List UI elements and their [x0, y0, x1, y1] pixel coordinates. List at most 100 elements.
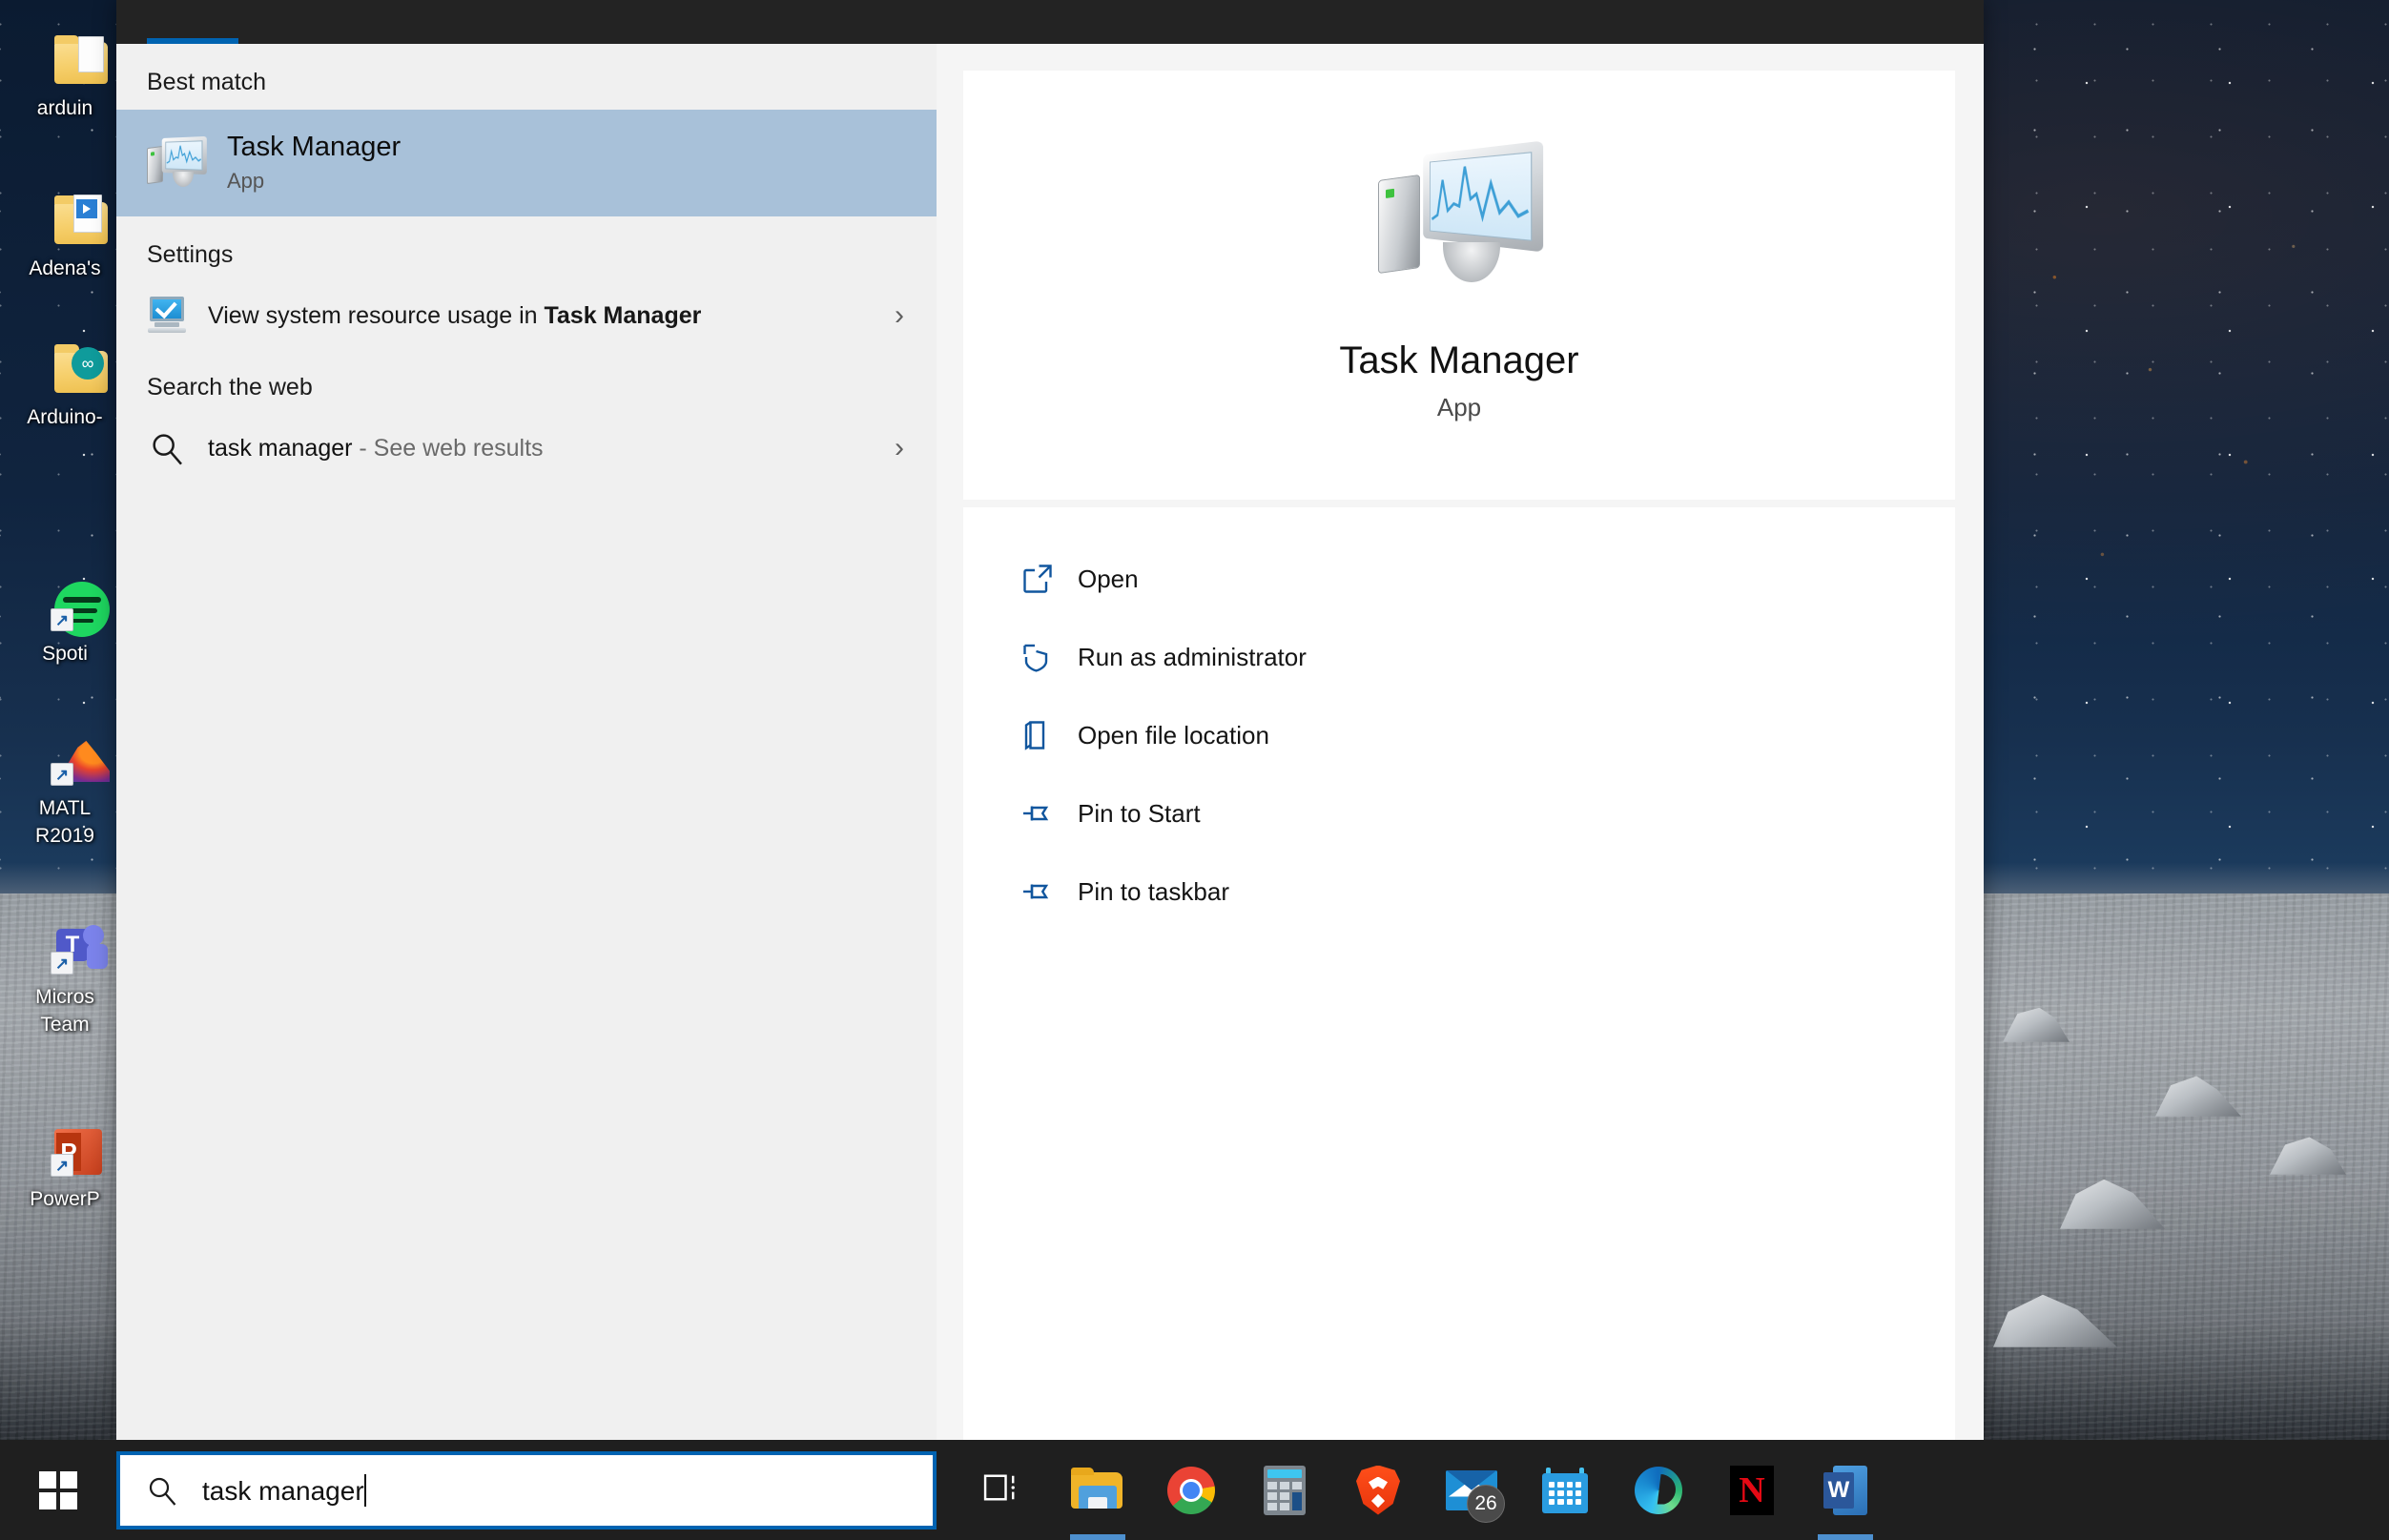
word-icon: W: [1823, 1465, 1867, 1515]
action-open-file-location[interactable]: Open file location: [1020, 696, 1955, 774]
folder-icon: ∞: [33, 343, 108, 402]
desktop-icon-label: MATL: [38, 797, 92, 819]
desktop-icon-adenas-folder[interactable]: Adena's: [13, 195, 116, 281]
settings-section-header: Settings: [147, 241, 234, 268]
netflix-icon: N: [1730, 1465, 1774, 1515]
pin-icon: [1020, 796, 1078, 831]
desktop-icon-label: arduin: [36, 97, 93, 119]
taskbar-item-task-view[interactable]: [958, 1440, 1051, 1540]
windows-search-panel: Best match Task Manager App Settings Vie…: [116, 0, 1984, 1440]
desktop-icon-spotify[interactable]: ↗ Spoti: [13, 580, 116, 667]
running-indicator: [1070, 1534, 1125, 1540]
microsoft-teams-icon: T ↗: [33, 923, 108, 982]
rock: [2003, 1007, 2070, 1042]
shortcut-arrow-icon: ↗: [51, 608, 73, 631]
action-open[interactable]: Open: [1020, 540, 1955, 618]
shortcut-arrow-icon: ↗: [51, 763, 73, 786]
action-label: Run as administrator: [1078, 642, 1307, 671]
action-run-as-administrator[interactable]: Run as administrator: [1020, 618, 1955, 696]
taskbar-item-calculator[interactable]: [1238, 1440, 1331, 1540]
taskbar-item-brave-browser[interactable]: [1331, 1440, 1425, 1540]
shortcut-arrow-icon: ↗: [51, 1154, 73, 1177]
web-search-label: task manager - See web results: [208, 430, 883, 466]
desktop-icon-arduino-ide-folder[interactable]: ∞ Arduino-: [13, 343, 116, 430]
desktop-icon-arduino-folder[interactable]: arduin: [13, 34, 116, 121]
action-pin-to-taskbar[interactable]: Pin to taskbar: [1020, 852, 1955, 931]
spotify-icon: ↗: [33, 580, 110, 639]
best-match-subtitle: App: [227, 169, 265, 193]
taskbar-item-google-chrome[interactable]: [1144, 1440, 1238, 1540]
taskbar-item-mail[interactable]: 26: [1425, 1440, 1518, 1540]
desktop-icon-powerpoint[interactable]: P ↗ PowerP: [13, 1125, 116, 1212]
selected-tab-indicator: [147, 38, 238, 44]
desktop-icon-label: Spoti: [42, 643, 88, 665]
chevron-right-icon[interactable]: ›: [883, 299, 916, 332]
action-pin-to-start[interactable]: Pin to Start: [1020, 774, 1955, 852]
search-the-web-header: Search the web: [147, 374, 313, 400]
app-preview-title: Task Manager: [1339, 339, 1579, 381]
taskbar: task manager 26 N W: [0, 1440, 2389, 1540]
desktop-icon-label: Adena's: [29, 257, 101, 279]
app-preview-hero-card: Task Manager App: [963, 71, 1955, 500]
powerpoint-icon: P ↗: [33, 1125, 102, 1184]
brave-icon: [1356, 1465, 1400, 1515]
task-view-icon: [982, 1468, 1026, 1511]
system-monitor-settings-icon: [147, 297, 187, 335]
best-match-result-task-manager[interactable]: Task Manager App: [116, 110, 937, 216]
open-in-new-icon: [1020, 562, 1078, 596]
desktop-icon-label: Micros: [35, 986, 94, 1008]
desktop-icon-matlab[interactable]: ↗ MATL R2019: [13, 734, 116, 849]
shield-run-as-admin-icon: [1020, 640, 1078, 674]
best-match-header: Best match: [147, 69, 267, 95]
action-label: Pin to taskbar: [1078, 876, 1229, 906]
best-match-title: Task Manager: [227, 132, 402, 162]
start-button[interactable]: [0, 1440, 116, 1540]
app-preview-column: Task Manager App Open Run as administrat…: [937, 44, 1984, 1440]
search-icon: [145, 1473, 179, 1508]
desktop-icon-label: Arduino-: [27, 406, 103, 428]
rock: [1993, 1294, 2117, 1347]
task-manager-icon: [1378, 139, 1544, 294]
taskbar-item-netflix[interactable]: N: [1705, 1440, 1799, 1540]
windows-logo-icon: [39, 1470, 77, 1509]
chevron-right-icon[interactable]: ›: [883, 432, 916, 464]
settings-result-view-system-resource-usage[interactable]: View system resource usage in Task Manag…: [116, 282, 937, 349]
app-actions-card: Open Run as administrator Open file loca…: [963, 507, 1955, 1440]
action-label: Open file location: [1078, 720, 1269, 749]
taskbar-item-file-explorer[interactable]: [1051, 1440, 1144, 1540]
settings-result-label: View system resource usage in Task Manag…: [208, 298, 883, 334]
folder-open-location-icon: [1020, 718, 1078, 752]
action-label: Pin to Start: [1078, 798, 1201, 828]
settings-result-prefix: View system resource usage in: [208, 302, 545, 329]
desktop-icon-microsoft-teams[interactable]: T ↗ Micros Team: [13, 923, 116, 1037]
desktop-icon-label-line2: Team: [40, 1014, 90, 1036]
folder-icon: [33, 195, 108, 254]
folder-icon: [33, 34, 108, 93]
taskbar-item-microsoft-edge[interactable]: [1612, 1440, 1705, 1540]
search-input-value: task manager: [202, 1473, 366, 1507]
text-caret: [363, 1473, 366, 1507]
web-search-suffix: - See web results: [352, 435, 544, 462]
calculator-icon: [1264, 1465, 1306, 1515]
taskbar-pinned-apps: 26 N W: [937, 1440, 1892, 1540]
rock: [2270, 1137, 2346, 1175]
app-preview-subtitle: App: [1436, 392, 1482, 421]
search-panel-header: [116, 0, 1984, 44]
web-search-result-row[interactable]: task manager - See web results ›: [116, 415, 937, 482]
task-manager-icon: [147, 135, 208, 191]
taskbar-search-input[interactable]: task manager: [116, 1450, 937, 1530]
search-panel-body: Best match Task Manager App Settings Vie…: [116, 44, 1984, 1440]
desktop-icon-grid: arduin Adena's ∞ Arduino- ↗ Spoti ↗ MATL…: [0, 0, 116, 1440]
taskbar-item-microsoft-word[interactable]: W: [1799, 1440, 1892, 1540]
calendar-icon: [1542, 1467, 1588, 1513]
settings-result-bold: Task Manager: [544, 302, 702, 329]
rock: [2155, 1076, 2241, 1117]
shortcut-arrow-icon: ↗: [51, 952, 73, 975]
desktop-icon-label: PowerP: [30, 1188, 100, 1210]
web-search-query: task manager: [208, 435, 353, 462]
taskbar-item-calendar[interactable]: [1518, 1440, 1612, 1540]
running-indicator: [1818, 1534, 1873, 1540]
edge-icon: [1635, 1466, 1682, 1514]
desktop-icon-label-line2: R2019: [35, 825, 94, 847]
search-icon: [147, 429, 187, 467]
